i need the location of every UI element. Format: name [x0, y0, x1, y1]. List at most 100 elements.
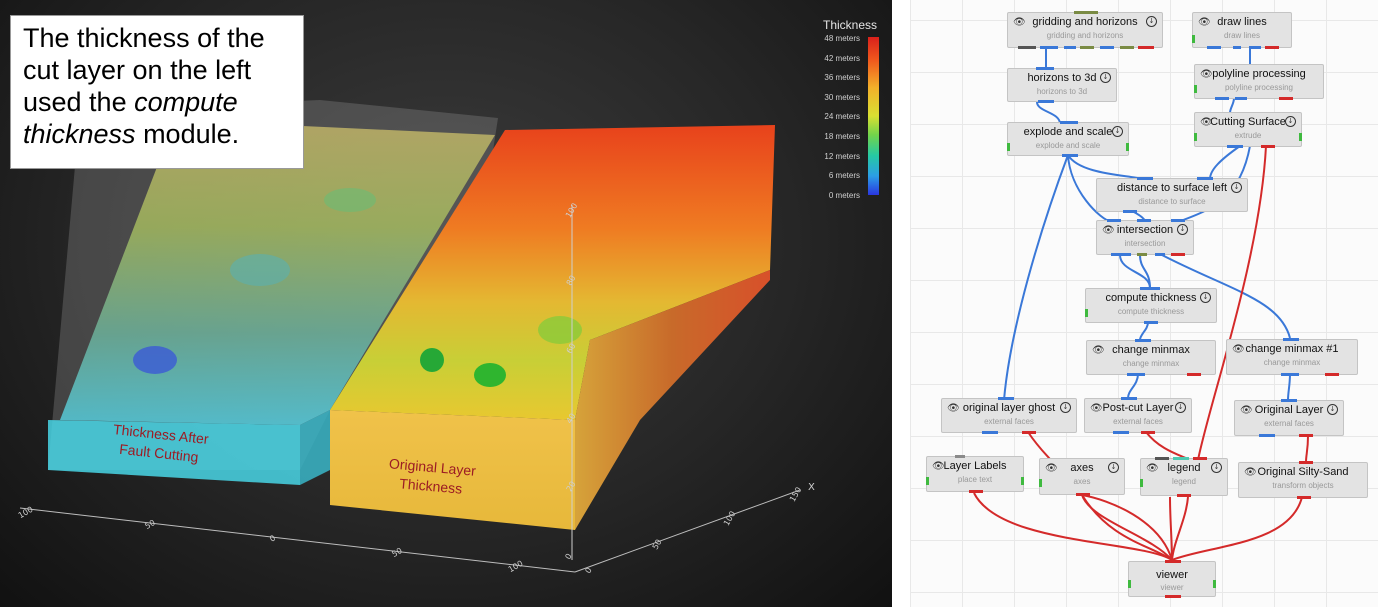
node-polyline-processing[interactable]: 👁 polyline processing polyline processin… [1194, 64, 1324, 100]
output-port[interactable] [1259, 434, 1275, 437]
connection[interactable] [1171, 496, 1189, 561]
node-viewer[interactable]: viewer viewer [1128, 560, 1216, 598]
input-port[interactable] [1283, 338, 1299, 341]
side-port[interactable] [1039, 479, 1042, 487]
input-port[interactable] [1299, 461, 1313, 464]
side-port[interactable] [1192, 35, 1195, 43]
output-port[interactable] [1040, 46, 1058, 49]
output-port[interactable] [1177, 494, 1191, 497]
connection[interactable] [1139, 321, 1149, 341]
info-icon[interactable]: ↓ [1108, 462, 1119, 473]
output-port[interactable] [1279, 97, 1293, 100]
input-port[interactable] [1165, 560, 1181, 563]
output-port[interactable] [982, 431, 998, 434]
output-port[interactable] [1171, 253, 1185, 256]
connection[interactable] [1067, 154, 1143, 180]
side-port[interactable] [1126, 143, 1129, 151]
node-horizons-to-3d[interactable]: horizons to 3d horizons to 3d ↓ [1007, 67, 1117, 103]
connection[interactable] [1081, 494, 1173, 561]
side-port[interactable] [926, 477, 929, 485]
output-port[interactable] [1227, 145, 1243, 148]
output-port[interactable] [1018, 46, 1036, 49]
node-original-layer-ghost[interactable]: 👁 original layer ghost external faces ↓ [941, 397, 1077, 434]
output-port[interactable] [1038, 100, 1054, 103]
node-gridding-and-horizons[interactable]: 👁 gridding and horizons gridding and hor… [1007, 11, 1163, 49]
info-icon[interactable]: ↓ [1285, 116, 1296, 127]
output-port[interactable] [1233, 46, 1241, 49]
input-port[interactable] [1155, 457, 1169, 460]
output-port[interactable] [1297, 496, 1311, 499]
side-port[interactable] [1213, 580, 1216, 588]
input-port[interactable] [1107, 219, 1121, 222]
output-port[interactable] [1111, 253, 1131, 256]
input-port[interactable] [1121, 397, 1137, 400]
node-explode-and-scale[interactable]: explode and scale explode and scale ↓ [1007, 121, 1129, 157]
node-layer-labels[interactable]: 👁 Layer Labels place text [926, 455, 1024, 493]
connection[interactable] [1229, 97, 1235, 114]
output-port[interactable] [1165, 595, 1181, 598]
side-port[interactable] [1021, 477, 1024, 485]
info-icon[interactable]: ↓ [1112, 126, 1123, 137]
3d-viewport[interactable]: The thickness of the cut layer on the le… [0, 0, 892, 607]
output-port[interactable] [1127, 373, 1145, 376]
output-port[interactable] [1137, 253, 1147, 256]
output-port[interactable] [1062, 154, 1078, 157]
connection[interactable] [1145, 431, 1191, 461]
connection[interactable] [1036, 101, 1061, 125]
node-axes[interactable]: 👁 axes axes ↓ [1039, 458, 1125, 496]
node-intersection[interactable]: 👁 intersection intersection ↓ [1096, 219, 1194, 256]
connection[interactable] [1171, 496, 1303, 561]
info-icon[interactable]: ↓ [1146, 16, 1157, 27]
output-port[interactable] [1080, 46, 1094, 49]
info-icon[interactable]: ↓ [1200, 292, 1211, 303]
connection[interactable] [1169, 496, 1173, 561]
node-original-layer[interactable]: 👁 Original Layer external faces ↓ [1234, 399, 1344, 437]
output-port[interactable] [1113, 431, 1129, 434]
node-post-cut-layer[interactable]: 👁 Post-cut Layer external faces ↓ [1084, 397, 1192, 434]
input-port[interactable] [1137, 177, 1153, 180]
side-port[interactable] [1194, 133, 1197, 141]
output-port[interactable] [1299, 434, 1313, 437]
node-change-minmax-1[interactable]: 👁 change minmax #1 change minmax [1226, 338, 1358, 376]
output-port[interactable] [1325, 373, 1339, 376]
output-port[interactable] [1155, 253, 1165, 256]
input-port[interactable] [998, 397, 1014, 400]
side-port[interactable] [1128, 580, 1131, 588]
info-icon[interactable]: ↓ [1175, 402, 1186, 413]
connection[interactable] [1003, 154, 1069, 401]
info-icon[interactable]: ↓ [1100, 72, 1111, 83]
input-port[interactable] [1074, 11, 1098, 14]
input-port[interactable] [1036, 67, 1054, 70]
input-port[interactable] [1135, 339, 1151, 342]
output-port[interactable] [1123, 210, 1137, 213]
output-port[interactable] [1215, 97, 1229, 100]
node-legend[interactable]: 👁 legend legend ↓ [1140, 457, 1228, 497]
info-icon[interactable]: ↓ [1327, 404, 1338, 415]
output-port[interactable] [1207, 46, 1221, 49]
info-icon[interactable]: ↓ [1231, 182, 1242, 193]
output-port[interactable] [1120, 46, 1134, 49]
connection[interactable] [1209, 145, 1241, 180]
connection[interactable] [973, 492, 1173, 561]
connection[interactable] [1081, 494, 1173, 561]
output-port[interactable] [1265, 46, 1279, 49]
output-port[interactable] [1064, 46, 1076, 49]
input-port[interactable] [955, 455, 965, 458]
info-icon[interactable]: ↓ [1211, 462, 1222, 473]
network-editor[interactable]: 👁 gridding and horizons gridding and hor… [910, 0, 1378, 607]
output-port[interactable] [1144, 321, 1158, 324]
output-port[interactable] [1261, 145, 1275, 148]
output-port[interactable] [1187, 373, 1201, 376]
node-change-minmax[interactable]: 👁 change minmax change minmax [1086, 339, 1216, 376]
node-distance-to-surface-left[interactable]: distance to surface left distance to sur… [1096, 177, 1248, 213]
side-port[interactable] [1085, 309, 1088, 317]
output-port[interactable] [1141, 431, 1155, 434]
info-icon[interactable]: ↓ [1060, 402, 1071, 413]
input-port[interactable] [1137, 219, 1151, 222]
node-cutting-surface[interactable]: 👁 Cutting Surface extrude ↓ [1194, 112, 1302, 148]
info-icon[interactable]: ↓ [1177, 224, 1188, 235]
input-port[interactable] [1140, 287, 1160, 290]
input-port[interactable] [1193, 457, 1207, 460]
side-port[interactable] [1194, 85, 1197, 93]
side-port[interactable] [1140, 479, 1143, 487]
